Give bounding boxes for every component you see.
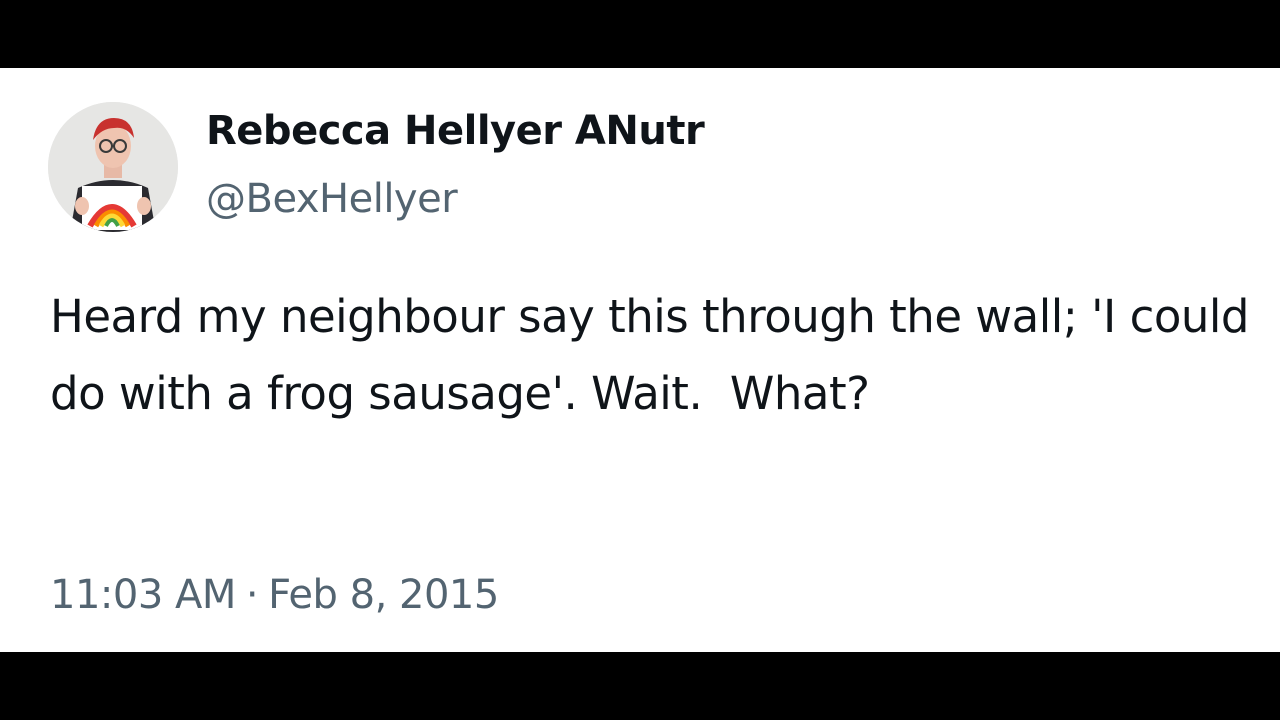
avatar[interactable] xyxy=(48,102,178,232)
tweet-date: Feb 8, 2015 xyxy=(268,572,499,618)
tweet-card: Rebecca Hellyer ANutr @BexHellyer Heard … xyxy=(0,68,1280,652)
tweet-time: 11:03 AM xyxy=(50,572,236,618)
letterbox-bottom-bar xyxy=(0,652,1280,720)
tweet-text: Heard my neighbour say this through the … xyxy=(50,290,1263,420)
tweet-timestamp[interactable]: 11:03 AM · Feb 8, 2015 xyxy=(50,572,499,618)
letterbox-top-bar xyxy=(0,0,1280,68)
profile-photo-icon xyxy=(48,102,178,232)
timestamp-separator: · xyxy=(245,572,259,618)
user-handle[interactable]: @BexHellyer xyxy=(206,176,458,222)
display-name[interactable]: Rebecca Hellyer ANutr xyxy=(206,108,705,154)
